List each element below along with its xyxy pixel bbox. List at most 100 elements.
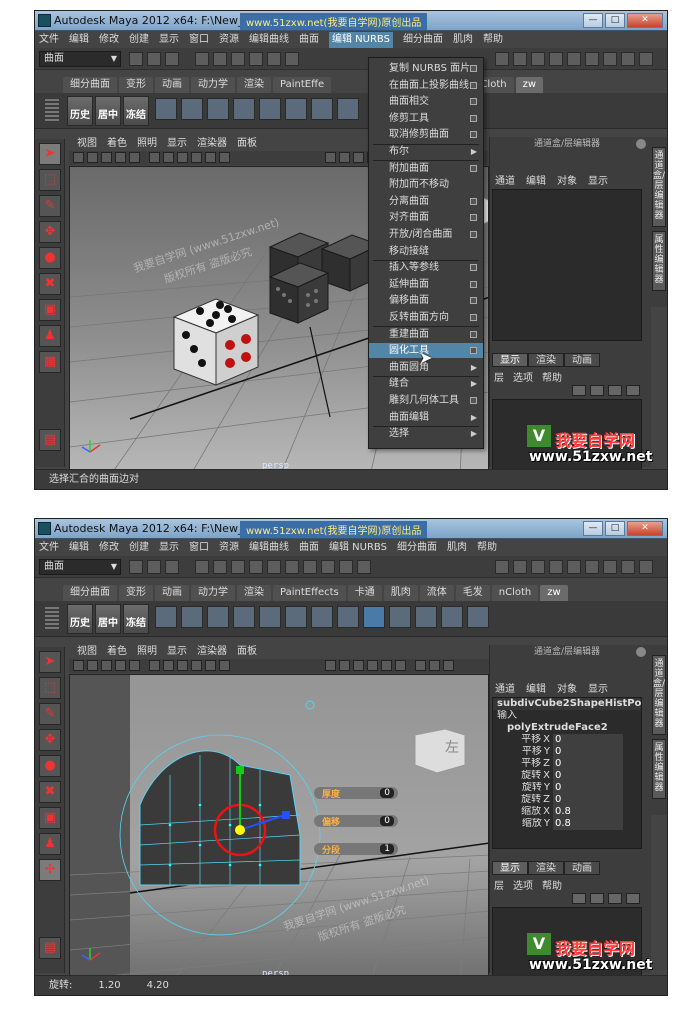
menu-edit[interactable]: 编辑 <box>69 32 89 48</box>
isolate-icon[interactable] <box>395 660 406 671</box>
panel-menu-panels[interactable]: 面板 <box>237 137 257 151</box>
shelf-cube-icon[interactable] <box>363 606 385 628</box>
side-tab-attribute-editor[interactable]: 属性编辑器 <box>652 231 666 291</box>
menu-subdiv-surfaces[interactable]: 细分曲面 <box>403 32 443 48</box>
shelf-tool-icon[interactable] <box>207 98 229 120</box>
menu-surfaces[interactable]: 曲面 <box>299 32 319 48</box>
snap-plane-icon[interactable] <box>549 52 563 66</box>
shelf-tool-icon[interactable] <box>259 606 281 628</box>
snap-grid-icon[interactable] <box>495 52 509 66</box>
minimize-button[interactable]: — <box>583 13 603 28</box>
channel-attr-row[interactable]: 旋转 X 0 <box>493 770 641 782</box>
shelf-tab-animation[interactable]: 动画 <box>155 77 189 93</box>
shelf-tab-dynamics[interactable]: 动力学 <box>191 585 235 601</box>
option-box-icon[interactable] <box>470 330 477 338</box>
channel-attr-value[interactable]: 0 <box>553 734 623 746</box>
textured-icon[interactable] <box>353 660 364 671</box>
channel-menu-show[interactable]: 显示 <box>588 175 608 189</box>
channel-box-toggle-icon[interactable] <box>636 139 646 149</box>
layer-tab-display[interactable]: 显示 <box>492 353 528 367</box>
layer-tab-render[interactable]: 渲染 <box>528 861 564 875</box>
new-layer-icon[interactable] <box>608 893 622 904</box>
shelf-tab-paint-effects[interactable]: PaintEffects <box>273 585 346 601</box>
shelf-menu-handle[interactable] <box>45 99 59 123</box>
hypershade-icon[interactable] <box>621 52 635 66</box>
channel-attr-value[interactable]: 0 <box>553 746 623 758</box>
script-icon[interactable] <box>639 560 653 574</box>
render-settings-icon[interactable] <box>603 52 617 66</box>
shelf-history-button[interactable]: 历史 <box>67 96 93 126</box>
shelf-tab-subdiv[interactable]: 细分曲面 <box>63 585 117 601</box>
select-tool-icon[interactable]: ➤ <box>39 651 61 673</box>
history-icon[interactable] <box>357 560 371 574</box>
option-box-icon[interactable] <box>470 114 477 122</box>
dropdown-item[interactable]: 延伸曲面 <box>369 277 483 292</box>
channel-menu-edit[interactable]: 编辑 <box>526 683 546 697</box>
render-settings-icon[interactable] <box>531 560 545 574</box>
option-box-icon[interactable] <box>470 197 477 205</box>
safe-title-icon[interactable] <box>219 152 230 163</box>
camera-icon[interactable] <box>73 660 84 671</box>
channel-attr-value[interactable]: 0.8 <box>553 806 623 818</box>
shelf-tool-icon[interactable] <box>233 606 255 628</box>
panel-menu-lighting[interactable]: 照明 <box>137 645 157 659</box>
filter-icon[interactable] <box>249 560 263 574</box>
option-box-icon[interactable] <box>470 131 477 139</box>
panel-menu-shading[interactable]: 着色 <box>107 645 127 659</box>
channel-attr-row[interactable]: 平移 X 0 <box>493 734 641 746</box>
lasso-tool-icon[interactable]: ⬚ <box>39 169 61 191</box>
panel-menu-lighting[interactable]: 照明 <box>137 137 157 151</box>
close-button[interactable]: ✕ <box>627 521 663 536</box>
menu-file[interactable]: 文件 <box>39 540 59 556</box>
option-box-icon[interactable] <box>470 214 477 222</box>
channel-menu-show[interactable]: 显示 <box>588 683 608 697</box>
side-tab-channel-box[interactable]: 通道盒/层编辑器 <box>652 147 666 227</box>
layer-move-up-icon[interactable] <box>572 385 586 396</box>
side-tab-attribute-editor[interactable]: 属性编辑器 <box>652 739 666 799</box>
channel-attr-value[interactable]: 0 <box>553 770 623 782</box>
shelf-tool-icon[interactable] <box>441 606 463 628</box>
camera-icon[interactable] <box>73 152 84 163</box>
panel-menu-panels[interactable]: 面板 <box>237 645 257 659</box>
resolution-gate-icon[interactable] <box>163 152 174 163</box>
menu-window[interactable]: 窗口 <box>189 540 209 556</box>
channel-box-icon[interactable] <box>603 560 617 574</box>
layer-tab-render[interactable]: 渲染 <box>528 353 564 367</box>
channel-attr-row[interactable]: 旋转 Y 0 <box>493 782 641 794</box>
dropdown-item[interactable]: 布尔 ▶ <box>369 144 483 159</box>
dropdown-item[interactable]: 附加曲面 <box>369 161 483 176</box>
menu-edit[interactable]: 编辑 <box>69 540 89 556</box>
menu-edit-curves[interactable]: 编辑曲线 <box>249 540 289 556</box>
menu-assets[interactable]: 资源 <box>219 32 239 48</box>
manipulator-tool-icon[interactable]: ▣ <box>39 299 61 321</box>
dropdown-item[interactable]: 在曲面上投影曲线 <box>369 78 483 93</box>
snap-plane-icon[interactable] <box>321 560 335 574</box>
resolution-gate-icon[interactable] <box>163 660 174 671</box>
smooth-shade-icon[interactable] <box>339 152 350 163</box>
shelf-tab-muscle[interactable]: 肌肉 <box>383 585 418 601</box>
curve-icon[interactable] <box>285 52 299 66</box>
shelf-tool-icon[interactable] <box>181 606 203 628</box>
channel-menu-object[interactable]: 对象 <box>557 175 577 189</box>
backface-icon[interactable] <box>443 660 454 671</box>
channel-menu-channels[interactable]: 通道 <box>495 683 515 697</box>
menu-edit-curves[interactable]: 编辑曲线 <box>249 32 289 48</box>
close-button[interactable]: ✕ <box>627 13 663 28</box>
ipr-icon[interactable] <box>585 52 599 66</box>
option-box-icon[interactable] <box>470 231 477 238</box>
menu-window[interactable]: 窗口 <box>189 32 209 48</box>
channel-attr-row[interactable]: 平移 Z 0 <box>493 758 641 770</box>
shelf-tab-animation[interactable]: 动画 <box>155 585 189 601</box>
channel-attr-row[interactable]: 旋转 Z 0 <box>493 794 641 806</box>
filter-icon[interactable] <box>249 52 263 66</box>
hierarchy-mode-icon[interactable] <box>195 560 209 574</box>
hypershade-icon[interactable] <box>549 560 563 574</box>
option-box-icon[interactable] <box>470 264 477 272</box>
new-layer-icon[interactable] <box>608 385 622 396</box>
hud-divisions[interactable]: 分段 1 <box>314 843 398 856</box>
snap-grid-icon[interactable] <box>267 560 281 574</box>
channel-object-name[interactable]: subdivCube2ShapeHistPoly <box>493 698 641 710</box>
new-layer-selected-icon[interactable] <box>626 385 640 396</box>
channel-menu-channels[interactable]: 通道 <box>495 175 515 189</box>
menu-set-selector[interactable]: 曲面 ▼ <box>39 559 121 575</box>
